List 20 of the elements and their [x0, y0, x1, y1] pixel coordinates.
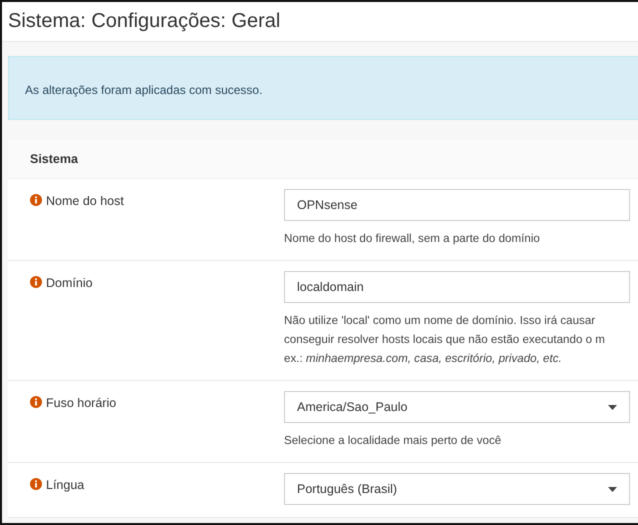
- help-text: Não utilize 'local' como um nome de domínio. Isso irá causar conseguir resolver hosts locais que não estão executando o m ex.: minhaempresa.com, casa, escritório, privado, etc.: [284, 313, 606, 367]
- caret-icon: [608, 404, 617, 410]
- field-label: Nome do host: [46, 194, 124, 208]
- caret-icon: [608, 486, 617, 492]
- page-title: Sistema: Configurações: Geral: [8, 10, 282, 33]
- info-icon[interactable]: [30, 478, 42, 490]
- field-label: Domínio: [46, 276, 93, 290]
- help-text: Nome do host do firewall, sem a parte do domínio: [284, 231, 541, 247]
- section-header: Sistema: [8, 140, 638, 179]
- input-field[interactable]: OPNsense: [284, 189, 630, 221]
- help-text: Selecione a localidade mais perto de você: [284, 433, 502, 449]
- dropdown[interactable]: Português (Brasil): [284, 473, 630, 505]
- dropdown[interactable]: America/Sao_Paulo: [284, 391, 630, 423]
- info-icon[interactable]: [30, 396, 42, 408]
- info-icon[interactable]: [30, 194, 42, 206]
- input-field[interactable]: localdomain: [284, 271, 630, 303]
- field-label: Fuso horário: [46, 396, 116, 410]
- info-icon[interactable]: [30, 276, 42, 288]
- field-label: Língua: [46, 478, 84, 492]
- success-alert: As alterações foram aplicadas com sucesso.: [8, 56, 638, 120]
